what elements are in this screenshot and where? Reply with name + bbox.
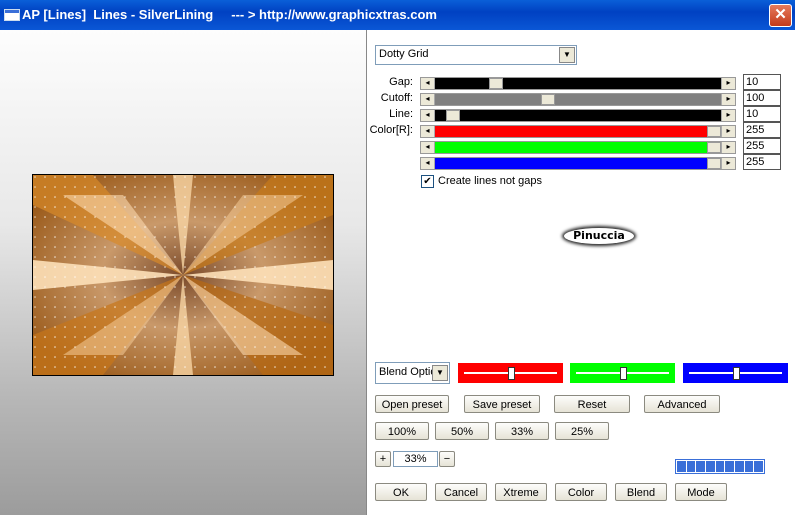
slider-value-field[interactable]: 10: [743, 74, 781, 90]
mode-button[interactable]: Mode: [675, 483, 727, 501]
preview-pane: [0, 30, 367, 515]
blue-channel-knob[interactable]: [733, 367, 740, 380]
progress-blocks: [675, 459, 765, 474]
slider-left-arrow-icon[interactable]: ◂: [421, 94, 435, 105]
slider-5[interactable]: ◂ ▸: [420, 157, 736, 170]
save-preset-button[interactable]: Save preset: [464, 395, 540, 413]
slider-right-arrow-icon[interactable]: ▸: [721, 78, 735, 89]
slider-left-arrow-icon[interactable]: ◂: [421, 126, 435, 137]
red-channel-slider[interactable]: [458, 363, 563, 383]
window-title: AP [Lines] Lines - SilverLining --- > ht…: [22, 7, 437, 22]
zoom-in-button[interactable]: +: [375, 451, 391, 467]
slider-thumb[interactable]: [489, 78, 503, 89]
slider-track[interactable]: [435, 110, 721, 121]
advanced-button[interactable]: Advanced: [644, 395, 720, 413]
blend-options-value: Blend Optio: [379, 366, 437, 378]
slider-track[interactable]: [435, 158, 721, 169]
slider-label: Gap:: [389, 76, 413, 88]
preview-graphic: [33, 175, 333, 375]
slider-value-field[interactable]: 255: [743, 154, 781, 170]
zoom-100-button[interactable]: 100%: [375, 422, 429, 440]
slider-label: Color[R]:: [369, 124, 413, 136]
slider-left-arrow-icon[interactable]: ◂: [421, 142, 435, 153]
preview-image: [32, 174, 334, 376]
slider-label: Cutoff:: [380, 92, 413, 104]
slider-value-field[interactable]: 100: [743, 90, 781, 106]
slider-label: Line:: [389, 108, 413, 120]
ok-button[interactable]: OK: [375, 483, 427, 501]
xtreme-button[interactable]: Xtreme: [495, 483, 547, 501]
slider-3[interactable]: ◂ ▸: [420, 125, 736, 138]
zoom-25-button[interactable]: 25%: [555, 422, 609, 440]
red-channel-knob[interactable]: [508, 367, 515, 380]
slider-track[interactable]: [435, 126, 721, 137]
create-lines-label: Create lines not gaps: [438, 175, 542, 187]
blend-options-dropdown[interactable]: Blend Optio ▼: [375, 362, 450, 384]
slider-value-field[interactable]: 255: [743, 122, 781, 138]
preset-dropdown[interactable]: Dotty Grid ▼: [375, 45, 577, 65]
slider-right-arrow-icon[interactable]: ▸: [721, 110, 735, 121]
title-bar: AP [Lines] Lines - SilverLining --- > ht…: [0, 0, 795, 30]
slider-left-arrow-icon[interactable]: ◂: [421, 78, 435, 89]
zoom-out-button[interactable]: −: [439, 451, 455, 467]
pinuccia-logo: Pinuccia: [564, 228, 634, 244]
open-preset-button[interactable]: Open preset: [375, 395, 449, 413]
create-lines-checkbox[interactable]: ✔: [421, 175, 434, 188]
blend-button[interactable]: Blend: [615, 483, 667, 501]
reset-button[interactable]: Reset: [554, 395, 630, 413]
slider-left-arrow-icon[interactable]: ◂: [421, 110, 435, 121]
slider-track[interactable]: [435, 142, 721, 153]
blue-channel-slider[interactable]: [683, 363, 788, 383]
slider-left-arrow-icon[interactable]: ◂: [421, 158, 435, 169]
slider-right-arrow-icon[interactable]: ▸: [721, 158, 735, 169]
chevron-down-icon[interactable]: ▼: [559, 47, 575, 63]
slider-right-arrow-icon[interactable]: ▸: [721, 126, 735, 137]
slider-value-field[interactable]: 10: [743, 106, 781, 122]
cancel-button[interactable]: Cancel: [435, 483, 487, 501]
slider-thumb[interactable]: [707, 126, 721, 137]
close-button[interactable]: ✕: [769, 4, 792, 27]
green-channel-knob[interactable]: [620, 367, 627, 380]
green-channel-slider[interactable]: [570, 363, 675, 383]
slider-thumb[interactable]: [707, 158, 721, 169]
slider-right-arrow-icon[interactable]: ▸: [721, 94, 735, 105]
slider-track[interactable]: [435, 78, 721, 89]
slider-thumb[interactable]: [446, 110, 460, 121]
preset-dropdown-value: Dotty Grid: [379, 48, 429, 60]
chevron-down-icon[interactable]: ▼: [432, 365, 448, 381]
slider-thumb[interactable]: [541, 94, 555, 105]
slider-track[interactable]: [435, 94, 721, 105]
slider-value-field[interactable]: 255: [743, 138, 781, 154]
slider-1[interactable]: ◂ ▸: [420, 93, 736, 106]
slider-right-arrow-icon[interactable]: ▸: [721, 142, 735, 153]
color-button[interactable]: Color: [555, 483, 607, 501]
zoom-33-button[interactable]: 33%: [495, 422, 549, 440]
app-icon: [4, 9, 20, 21]
slider-thumb[interactable]: [707, 142, 721, 153]
slider-4[interactable]: ◂ ▸: [420, 141, 736, 154]
zoom-level-field[interactable]: 33%: [393, 451, 438, 467]
slider-2[interactable]: ◂ ▸: [420, 109, 736, 122]
slider-0[interactable]: ◂ ▸: [420, 77, 736, 90]
zoom-50-button[interactable]: 50%: [435, 422, 489, 440]
